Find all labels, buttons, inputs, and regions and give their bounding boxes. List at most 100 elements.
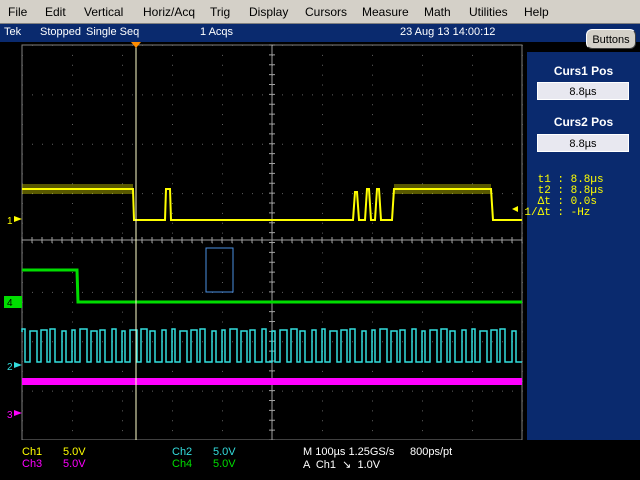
ch1-name[interactable]: Ch1	[22, 446, 42, 458]
grid-dot	[322, 222, 323, 224]
grid-dot	[72, 203, 73, 204]
grid-dot	[22, 153, 23, 155]
grid-dot	[372, 370, 373, 372]
menu-math[interactable]: Math	[424, 5, 451, 19]
grid-dot	[382, 390, 383, 392]
grid-dot	[72, 262, 73, 264]
grid-dot	[22, 430, 23, 432]
grid-dot	[472, 143, 473, 145]
grid-dot	[182, 341, 183, 343]
grid-dot	[372, 45, 373, 46]
grid-dot	[172, 124, 173, 125]
menu-utilities[interactable]: Utilities	[469, 5, 508, 19]
ch2-marker[interactable]: 2	[7, 362, 22, 373]
grid-dot	[402, 390, 403, 392]
trigger-readout[interactable]: A Ch1 ↘ 1.0V	[303, 458, 380, 471]
curs2-position-field[interactable]: 8.8µs	[537, 134, 629, 152]
grid-dot	[222, 222, 223, 224]
grid-dot	[92, 390, 93, 392]
grid-dot	[322, 370, 323, 372]
grid-dot	[422, 45, 423, 46]
zoom-box[interactable]	[205, 247, 234, 293]
grid-dot	[522, 74, 523, 76]
ch4-marker[interactable]: 4	[4, 296, 22, 309]
grid-dot	[422, 272, 423, 274]
ch2-scale[interactable]: 5.0V	[213, 446, 236, 458]
grid-dot	[62, 143, 63, 145]
grid-dot	[202, 193, 203, 195]
ch1-marker[interactable]: 1	[7, 216, 22, 227]
grid-dot	[122, 252, 123, 254]
grid-dot	[72, 143, 73, 145]
grid-dot	[322, 124, 323, 125]
grid-dot	[372, 54, 373, 56]
grid-dot	[172, 114, 173, 116]
buttons-button[interactable]: Buttons	[586, 29, 636, 49]
grid-dot	[472, 212, 473, 214]
readout-inv-delta-t: 1/Δt : -Hz	[520, 208, 604, 219]
ch1-scale[interactable]: 5.0V	[63, 446, 86, 458]
grid-dot	[522, 222, 523, 224]
grid-dot	[162, 94, 163, 96]
grid-dot	[442, 143, 443, 145]
grid-dot	[512, 45, 513, 46]
ch3-scale[interactable]: 5.0V	[63, 458, 86, 470]
grid-dot	[322, 173, 323, 175]
ch2-waveform	[21, 328, 522, 363]
grid-dot	[252, 341, 253, 343]
menu-trig[interactable]: Trig	[210, 5, 230, 19]
grid-dot	[252, 94, 253, 96]
grid-dot	[92, 94, 93, 96]
grid-dot	[162, 45, 163, 46]
grid-dot	[312, 94, 313, 96]
grid-dot	[222, 94, 223, 96]
grid-dot	[102, 341, 103, 343]
ch2-name[interactable]: Ch2	[172, 446, 192, 458]
grid-dot	[22, 143, 23, 145]
grid-dot	[22, 104, 23, 106]
grid-dot	[372, 400, 373, 402]
grid-dot	[282, 291, 283, 293]
grid-dot	[432, 94, 433, 96]
grid-dot	[222, 430, 223, 432]
menu-vertical[interactable]: Vertical	[84, 5, 123, 19]
menu-help[interactable]: Help	[524, 5, 549, 19]
grid-dot	[132, 143, 133, 145]
ch3-name[interactable]: Ch3	[22, 458, 42, 470]
waveform-display: 1 4 2 3	[0, 42, 527, 440]
grid-dot	[472, 291, 473, 293]
grid-dot	[472, 410, 473, 412]
grid-dot	[322, 94, 323, 96]
curs1-position-field[interactable]: 8.8µs	[537, 82, 629, 100]
grid-dot	[122, 203, 123, 204]
menu-cursors[interactable]: Cursors	[305, 5, 347, 19]
grid-dot	[452, 291, 453, 293]
grid-dot	[172, 173, 173, 175]
ch3-marker[interactable]: 3	[7, 410, 22, 421]
grid-dot	[522, 262, 523, 264]
grid-dot	[422, 212, 423, 214]
trigger-level-marker[interactable]	[512, 206, 518, 212]
grid-dot	[312, 143, 313, 145]
grid-dot	[402, 45, 403, 46]
grid-dot	[72, 400, 73, 402]
grid-dot	[322, 54, 323, 56]
grid-dot	[222, 311, 223, 313]
grid-dot	[72, 291, 73, 293]
menu-file[interactable]: File	[8, 5, 27, 19]
grid-dot	[122, 291, 123, 293]
menu-horiz-acq[interactable]: Horiz/Acq	[143, 5, 195, 19]
grid-dot	[32, 390, 33, 392]
menu-measure[interactable]: Measure	[362, 5, 409, 19]
menu-edit[interactable]: Edit	[45, 5, 66, 19]
grid-dot	[172, 153, 173, 155]
grid-dot	[422, 153, 423, 155]
timebase-readout[interactable]: M 100µs 1.25GS/s	[303, 446, 394, 458]
grid-dot	[112, 94, 113, 96]
grid-dot	[522, 272, 523, 274]
grid-dot	[402, 291, 403, 293]
grid-dot	[492, 94, 493, 96]
menu-display[interactable]: Display	[249, 5, 288, 19]
ch4-name[interactable]: Ch4	[172, 458, 192, 470]
ch4-scale[interactable]: 5.0V	[213, 458, 236, 470]
